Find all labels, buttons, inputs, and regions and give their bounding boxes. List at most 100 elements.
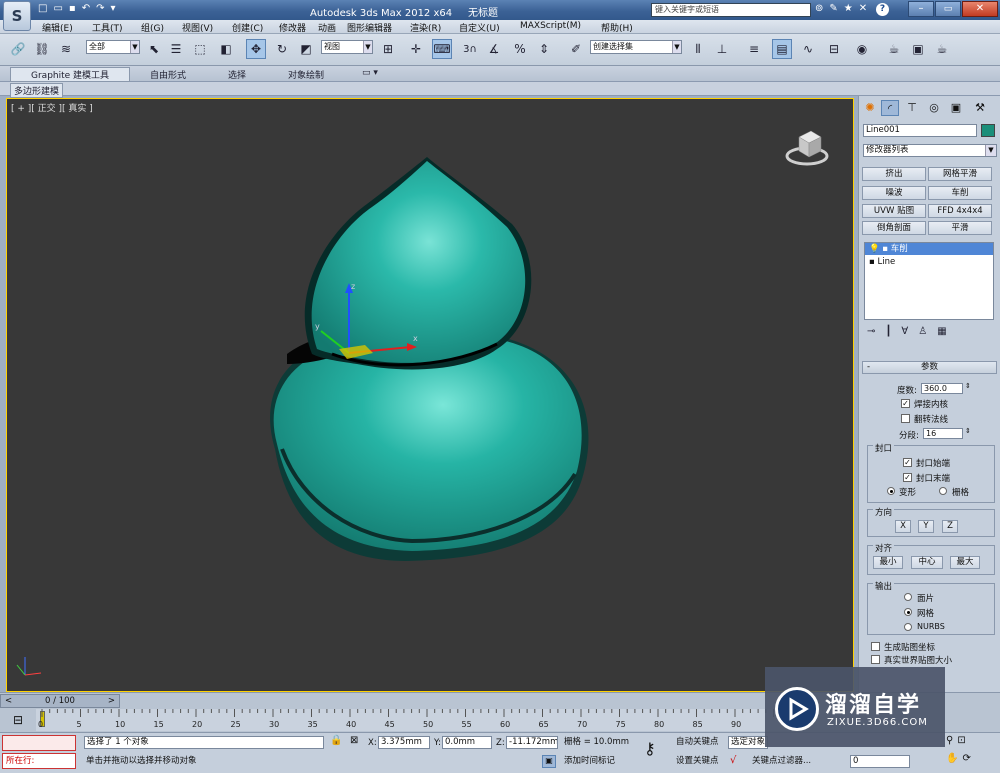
modifier-button-extrude[interactable]: 挤出 [862, 167, 926, 181]
menu-help[interactable]: 帮助(H) [601, 21, 633, 34]
star-icon[interactable]: ★ [844, 3, 859, 14]
binoculars-icon[interactable]: ⊚ [815, 3, 829, 14]
configure-sets-icon[interactable]: ▦ [937, 326, 956, 337]
rect-selection-icon[interactable]: ⬚ [190, 39, 210, 59]
time-slider[interactable]: <0 / 100 > [0, 694, 120, 708]
utilities-tab-icon[interactable]: ⚒ [971, 100, 989, 116]
menu-maxscript[interactable]: MAXScript(M) [520, 21, 581, 31]
minimize-button[interactable]: – [908, 1, 934, 17]
orbit-icon[interactable]: ⟳ [962, 753, 974, 764]
maximize-button[interactable]: ▭ [935, 1, 961, 17]
dropdown-icon[interactable]: ▾ [110, 3, 121, 14]
set-key-button[interactable]: 设置关键点 [676, 755, 719, 768]
maxscript-listener[interactable] [2, 735, 76, 751]
menu-group[interactable]: 组(G) [141, 21, 164, 34]
flip-normals-checkbox[interactable] [901, 414, 910, 423]
curve-editor-icon[interactable]: ∿ [798, 39, 818, 59]
viewcube-icon[interactable] [785, 125, 829, 169]
selection-filter-dropdown[interactable]: 全部 ▼ [86, 40, 140, 54]
tab-freeform[interactable]: 自由形式 [150, 68, 186, 81]
zoom-extents-icon[interactable]: ⊡ [957, 735, 969, 746]
modifier-button-smooth[interactable]: 平滑 [928, 221, 992, 235]
current-frame-field[interactable]: 0 [850, 755, 910, 768]
menu-graph-editors[interactable]: 图形编辑器 [347, 21, 392, 34]
lock-selection-icon[interactable]: 🔒 [330, 735, 342, 746]
modify-tab-icon[interactable]: ◜ [881, 100, 899, 116]
move-gizmo[interactable]: z x y [303, 279, 433, 369]
close-button[interactable]: ✕ [962, 1, 998, 17]
time-slider-next-icon[interactable]: > [108, 695, 115, 707]
pivot-center-icon[interactable]: ⊞ [378, 39, 398, 59]
gen-map-coords-checkbox[interactable] [871, 642, 880, 651]
z-coord-field[interactable]: -11.172mm [506, 736, 558, 749]
render-setup-icon[interactable]: ☕ [884, 39, 904, 59]
link-icon[interactable]: 🔗 [8, 39, 28, 59]
create-tab-icon[interactable]: ✺ [861, 100, 879, 116]
render-icon[interactable]: ☕ [932, 39, 952, 59]
cap-end-checkbox[interactable]: ✓ [903, 473, 912, 482]
bulb-icon[interactable]: 💡 [869, 244, 880, 254]
modifier-button-noise[interactable]: 噪波 [862, 186, 926, 200]
schematic-view-icon[interactable]: ⊟ [824, 39, 844, 59]
tab-selection[interactable]: 选择 [228, 68, 246, 81]
grid-radio[interactable] [939, 487, 947, 495]
select-object-icon[interactable]: ⬉ [144, 39, 164, 59]
direction-z-button[interactable]: Z [942, 520, 958, 533]
output-nurbs-radio[interactable] [904, 623, 912, 631]
menu-edit[interactable]: 编辑(E) [42, 21, 73, 34]
menu-animation[interactable]: 动画 [318, 21, 336, 34]
layer-manager-icon[interactable]: ≡ [744, 39, 764, 59]
snap-toggle-icon[interactable]: 3∩ [460, 39, 480, 59]
menu-customize[interactable]: 自定义(U) [459, 21, 500, 34]
real-world-map-checkbox[interactable] [871, 655, 880, 664]
weld-core-checkbox[interactable]: ✓ [901, 399, 910, 408]
output-patch-radio[interactable] [904, 593, 912, 601]
zoom-icon[interactable]: ⚲ [946, 735, 957, 746]
menu-tools[interactable]: 工具(T) [92, 21, 123, 34]
rendered-frame-icon[interactable]: ▣ [908, 39, 928, 59]
degrees-spinner-arrows-icon[interactable]: ⇕ [965, 382, 971, 390]
stack-item-lathe[interactable]: 💡 ▪ 车削 [865, 243, 993, 255]
modifier-button-meshsmooth[interactable]: 网格平滑 [928, 167, 992, 181]
tab-object-paint[interactable]: 对象绘制 [288, 68, 324, 81]
key-filters-button[interactable]: 关键点过滤器... [752, 755, 811, 768]
angle-snap-icon[interactable]: ∡ [484, 39, 504, 59]
segments-spinner-arrows-icon[interactable]: ⇕ [965, 427, 971, 435]
auto-key-button[interactable]: 自动关键点 [676, 736, 719, 749]
spinner-snap-icon[interactable]: ⇕ [534, 39, 554, 59]
menu-views[interactable]: 视图(V) [182, 21, 213, 34]
tab-polygon-modeling[interactable]: 多边形建模 [10, 83, 64, 98]
set-key-icon[interactable]: ⚷ [644, 739, 656, 758]
make-unique-icon[interactable]: ∀ [901, 326, 918, 337]
named-selection-dropdown[interactable]: 创建选择集 ▼ [590, 40, 682, 54]
y-coord-field[interactable]: 0.0mm [442, 736, 492, 749]
wrench-icon[interactable]: ✎ [829, 3, 843, 14]
align-max-button[interactable]: 最大 [950, 556, 980, 569]
modifier-button-ffd[interactable]: FFD 4x4x4 [928, 204, 992, 218]
save-icon[interactable]: ▪ [69, 3, 82, 14]
collapse-icon[interactable]: - [867, 362, 870, 373]
keyboard-shortcut-icon[interactable]: ⌨ [432, 39, 452, 59]
pin-stack-icon[interactable]: ⊸ [867, 326, 885, 337]
output-mesh-radio[interactable] [904, 608, 912, 616]
time-tag-icon[interactable]: ▣ [542, 755, 556, 768]
menu-rendering[interactable]: 渲染(R) [410, 21, 441, 34]
direction-x-button[interactable]: X [895, 520, 911, 533]
percent-snap-icon[interactable]: % [510, 39, 530, 59]
menu-modifiers[interactable]: 修改器 [279, 21, 306, 34]
select-manipulate-icon[interactable]: ✛ [406, 39, 426, 59]
remove-modifier-icon[interactable]: ♙ [918, 326, 937, 337]
script-line-field[interactable]: 所在行: [2, 753, 76, 769]
key-filter-icon[interactable]: √ [730, 755, 736, 766]
segments-spinner[interactable]: 16 [923, 428, 963, 439]
pan-icon[interactable]: ✋ [946, 753, 962, 764]
bind-spacewarp-icon[interactable]: ≋ [56, 39, 76, 59]
search-box[interactable]: 键入关键字或短语 [651, 3, 811, 17]
perspective-viewport[interactable]: [ + ][ 正交 ][ 真实 ] z x y [6, 98, 854, 692]
motion-tab-icon[interactable]: ◎ [925, 100, 943, 116]
mirror-icon[interactable]: ⫴ [688, 39, 708, 59]
x-coord-field[interactable]: 3.375mm [378, 736, 430, 749]
align-min-button[interactable]: 最小 [873, 556, 903, 569]
exchange-icon[interactable]: ✕ [859, 3, 873, 14]
time-slider-prev-icon[interactable]: < [5, 695, 12, 707]
